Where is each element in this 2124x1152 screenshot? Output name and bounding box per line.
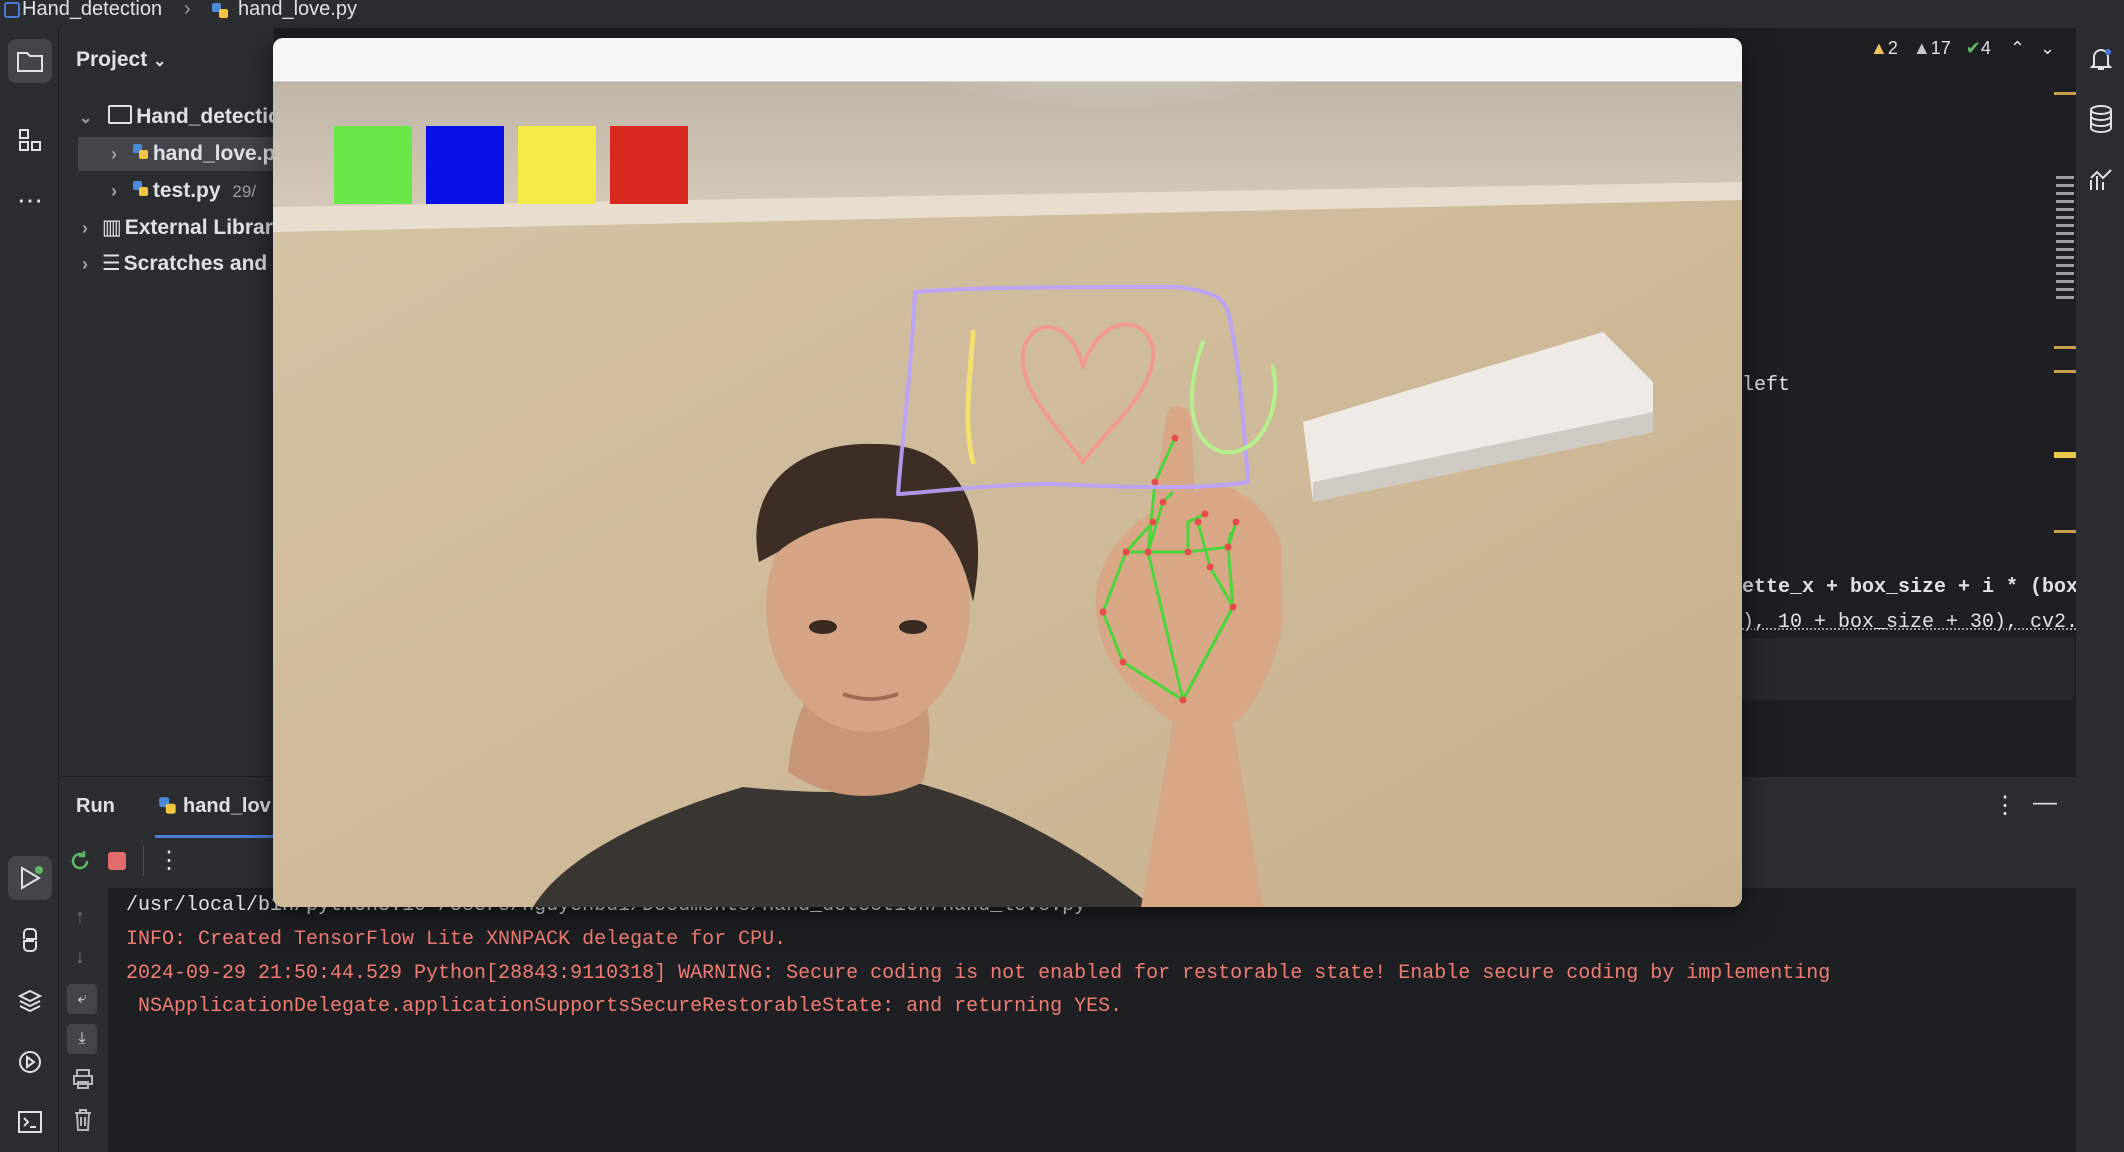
options-menu-icon[interactable]: ⋮ [1993, 791, 2017, 820]
tree-item-external-libraries[interactable]: › ▥ External Librar [82, 215, 273, 240]
python-console-button[interactable] [8, 918, 52, 962]
more-icon: ⋯ [17, 184, 43, 215]
camera-frame [273, 38, 1742, 907]
terminal-icon [18, 1111, 42, 1133]
breadcrumb: Hand_detection › hand_love.py [0, 0, 2124, 28]
console-line: INFO: Created TensorFlow Lite XNNPACK de… [126, 928, 787, 951]
right-tool-stripe [2076, 28, 2124, 1152]
python-file-icon [159, 797, 176, 814]
code-fragment-3: ), 10 + box_size + 30), cv2. [1742, 611, 2079, 634]
terminal-tool-button[interactable] [8, 1100, 52, 1144]
soft-wrap-icon[interactable]: ⤶ [67, 984, 97, 1014]
code-fragment-2: ette_x + box_size + i * (box [1742, 576, 2079, 599]
inspection-widget[interactable]: ▲2 ▲17 ✔4 ⌃ ⌄ [1870, 38, 2055, 59]
run-panel-title: Run [76, 795, 115, 817]
stop-icon[interactable] [108, 852, 126, 870]
chevron-right-icon: › [82, 218, 88, 238]
console-line: 2024-09-29 21:50:44.529 Python[28843:911… [126, 962, 1831, 985]
trash-icon[interactable] [72, 1108, 94, 1137]
console-output[interactable]: /usr/local/bin/python3.10 /Users/nguyenb… [108, 888, 2076, 1152]
camera-scene [273, 38, 1742, 907]
folder-icon [108, 105, 133, 124]
current-line-highlight [1742, 638, 2074, 700]
error-stripe-mark [2054, 370, 2076, 373]
palette-swatch-green[interactable] [334, 126, 412, 204]
notifications-bell-icon[interactable] [2086, 44, 2116, 81]
warning-stripe-mark [2054, 452, 2076, 458]
project-panel: Project ⌄ ⌄ Hand_detectio › hand_love.p … [59, 28, 281, 776]
palette-swatch-yellow[interactable] [518, 126, 596, 204]
project-panel-title[interactable]: Project ⌄ [76, 48, 166, 72]
camera-window[interactable] [273, 38, 1742, 907]
scratches-icon: ☰ [101, 252, 121, 275]
print-icon[interactable] [72, 1068, 94, 1095]
project-tool-button[interactable] [8, 39, 52, 83]
run-icon [21, 866, 43, 890]
warning-icon: ▲ [1870, 38, 1888, 58]
more-options-icon[interactable]: ⋮ [157, 846, 181, 875]
error-stripe-mark [2054, 346, 2076, 349]
breadcrumb-file[interactable]: hand_love.py [238, 0, 357, 21]
code-fragment-1: left [1742, 374, 1791, 397]
tree-item-root[interactable]: ⌄ Hand_detectio [79, 105, 281, 129]
project-icon [4, 2, 20, 18]
breadcrumb-project[interactable]: Hand_detection [22, 0, 162, 21]
left-tool-stripe: ⋯ [0, 28, 59, 1152]
check-icon: ✔ [1965, 38, 1981, 58]
layers-tool-button[interactable] [8, 979, 52, 1023]
run-tab-label: hand_lov [183, 795, 271, 817]
services-icon [19, 1051, 41, 1073]
sciview-icon[interactable] [2087, 166, 2115, 199]
rerun-icon[interactable] [67, 848, 93, 879]
chevron-down-icon[interactable]: ⌄ [2040, 38, 2055, 58]
layers-icon [17, 989, 43, 1013]
python-file-icon [210, 1, 232, 27]
scrollbar-thumb[interactable] [2056, 176, 2074, 304]
chevron-down-icon: ⌄ [79, 110, 93, 127]
chevron-right-icon: › [82, 254, 88, 274]
scroll-to-end-icon[interactable]: ⤓ [67, 1024, 97, 1054]
minimize-icon[interactable]: — [2033, 789, 2057, 817]
file-meta: 29/ [232, 182, 257, 201]
services-tool-button[interactable] [8, 1040, 52, 1084]
python-file-icon [132, 144, 148, 159]
structure-tool-button[interactable] [8, 118, 52, 162]
error-stripe-mark [2054, 92, 2076, 95]
console-gutter: ↑ ↓ ⤶ ⤓ [59, 888, 108, 1152]
python-file-icon [132, 181, 148, 196]
console-line: NSApplicationDelegate.applicationSupport… [126, 995, 1123, 1018]
database-icon[interactable] [2087, 104, 2115, 139]
weak-warning-icon: ▲ [1912, 38, 1931, 58]
run-tool-button[interactable] [8, 856, 52, 900]
structure-icon [19, 129, 41, 151]
error-stripe-mark [2054, 530, 2076, 533]
chevron-right-icon: › [111, 181, 117, 201]
library-icon: ▥ [101, 216, 122, 239]
tree-item-test[interactable]: › test.py 29/ [111, 179, 256, 203]
folder-icon [17, 52, 43, 72]
arrow-down-icon[interactable]: ↓ [75, 946, 85, 969]
more-tools-button[interactable]: ⋯ [8, 178, 52, 222]
chevron-right-icon: › [184, 0, 191, 20]
chevron-right-icon: › [111, 144, 117, 164]
arrow-up-icon[interactable]: ↑ [75, 906, 85, 929]
chevron-down-icon: ⌄ [153, 53, 167, 70]
toolbar-separator [143, 846, 144, 876]
palette-swatch-red[interactable] [610, 126, 688, 204]
chevron-up-icon[interactable]: ⌃ [2010, 38, 2025, 58]
tree-item-hand-love[interactable]: › hand_love.p [111, 142, 275, 166]
tree-item-scratches[interactable]: › ☰ Scratches and [82, 251, 267, 276]
python-icon [23, 928, 37, 952]
palette-swatch-blue[interactable] [426, 126, 504, 204]
camera-window-titlebar[interactable] [273, 38, 1742, 82]
